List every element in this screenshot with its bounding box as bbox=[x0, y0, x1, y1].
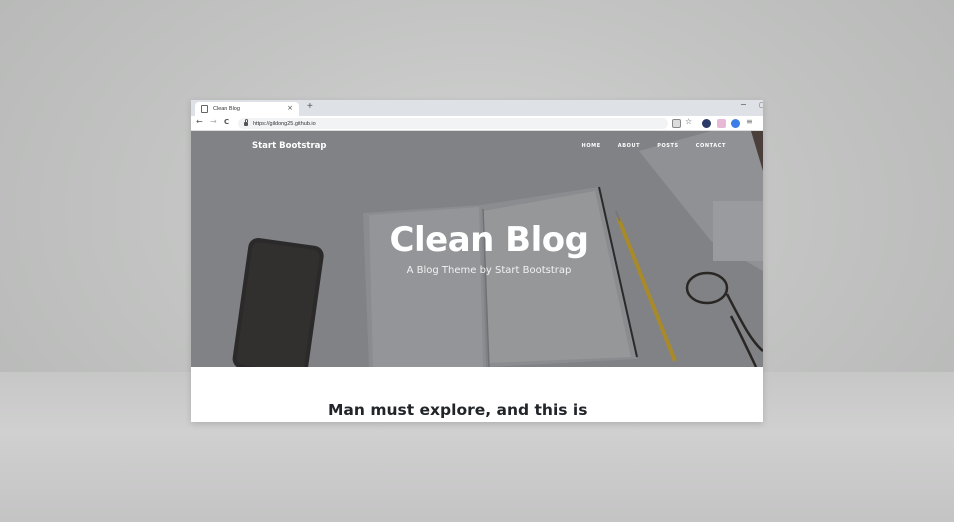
nav-link-about[interactable]: ABOUT bbox=[618, 143, 640, 149]
address-bar[interactable]: https://gildong25.github.io bbox=[238, 118, 668, 129]
hero-title: Clean Blog bbox=[389, 220, 589, 260]
minimize-button[interactable]: − bbox=[740, 100, 747, 109]
hero-header: Start Bootstrap HOME ABOUT POSTS CONTACT… bbox=[191, 131, 763, 367]
browser-toolbar: ← → C https://gildong25.github.io ☆ ≡ bbox=[191, 116, 763, 131]
tab-strip: Clean Blog × + − ▢ bbox=[191, 100, 763, 116]
back-button[interactable]: ← bbox=[196, 117, 203, 126]
browser-tab[interactable]: Clean Blog × bbox=[195, 102, 299, 116]
post-list: Man must explore, and this is bbox=[191, 367, 763, 422]
nav-link-home[interactable]: HOME bbox=[582, 143, 601, 149]
extension-blue-icon[interactable] bbox=[731, 119, 740, 128]
menu-icon[interactable]: ≡ bbox=[746, 117, 753, 126]
nav-link-posts[interactable]: POSTS bbox=[657, 143, 679, 149]
reload-button[interactable]: C bbox=[224, 118, 229, 126]
forward-button[interactable]: → bbox=[210, 117, 217, 126]
bookmark-star-icon[interactable]: ☆ bbox=[685, 117, 692, 126]
url-text: https://gildong25.github.io bbox=[253, 120, 316, 127]
lock-icon bbox=[244, 119, 248, 126]
new-tab-button[interactable]: + bbox=[307, 101, 313, 112]
extension-icon[interactable] bbox=[717, 119, 726, 128]
translate-icon[interactable] bbox=[672, 119, 681, 128]
site-nav: HOME ABOUT POSTS CONTACT bbox=[582, 143, 726, 149]
extension-avatar-icon[interactable] bbox=[702, 119, 711, 128]
maximize-icon[interactable]: ▢ bbox=[759, 101, 763, 109]
browser-window: Clean Blog × + − ▢ ← → C https://gildong… bbox=[191, 100, 763, 422]
nav-link-contact[interactable]: CONTACT bbox=[696, 143, 726, 149]
hero-subtitle: A Blog Theme by Start Bootstrap bbox=[406, 265, 572, 276]
post-title-link[interactable]: Man must explore, and this is bbox=[328, 401, 587, 419]
tab-title: Clean Blog bbox=[213, 106, 240, 112]
page-icon bbox=[201, 105, 208, 113]
notebook-illustration bbox=[363, 186, 638, 367]
close-tab-icon[interactable]: × bbox=[287, 104, 293, 112]
site-brand-link[interactable]: Start Bootstrap bbox=[252, 141, 327, 151]
